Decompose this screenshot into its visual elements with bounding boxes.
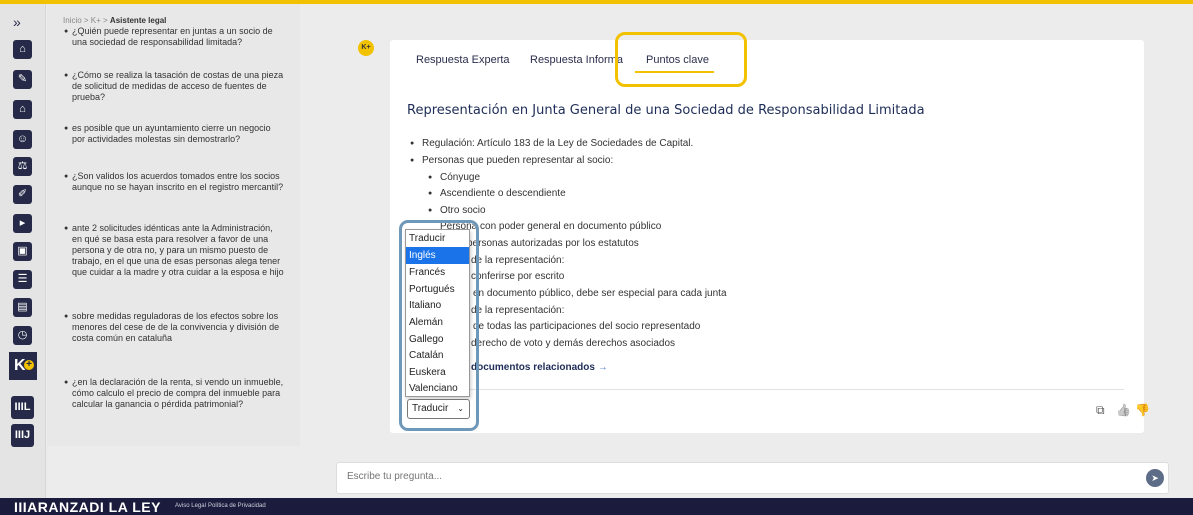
related-documents-link[interactable]: documentos relacionados →: [471, 362, 608, 373]
bullet-personas: Personas que pueden representar al socio…: [422, 155, 614, 166]
tab-respuesta-experta[interactable]: Respuesta Experta: [416, 54, 510, 66]
question-input-bar: [336, 462, 1169, 494]
edit-icon[interactable]: ✐: [13, 185, 32, 204]
sub-bullet: Cónyuge: [440, 172, 481, 183]
thumbs-down-icon[interactable]: 👎: [1135, 403, 1150, 417]
sub-bullet: derecho de voto y demás derechos asociad…: [471, 338, 676, 349]
aviso-legal-link[interactable]: Aviso Legal: [175, 503, 206, 509]
bullet-forma: de la representación:: [471, 255, 565, 266]
privacidad-link[interactable]: Política de Privacidad: [208, 503, 266, 509]
history-item[interactable]: ¿Cómo se realiza la tasación de costas d…: [64, 70, 285, 103]
building-icon[interactable]: ⌂: [13, 100, 32, 119]
clock-icon[interactable]: ◷: [13, 326, 32, 345]
icon-rail: » ⌂ ✎ ⌂ ☺ ⚖ ✐ ▸ ▣ ☰ ▤ ◷ K + IIIL IIIJ: [0, 4, 46, 498]
laley-j-button[interactable]: IIIJ: [11, 424, 34, 447]
kplus-badge: K+: [358, 40, 374, 56]
answer-title: Representación en Junta General de una S…: [407, 103, 925, 118]
dropdown-highlight-frame: [399, 220, 479, 431]
sub-bullet: en documento público, debe ser especial …: [473, 288, 727, 299]
arrow-right-icon: →: [597, 362, 608, 373]
kplus-button[interactable]: K +: [9, 352, 37, 380]
sub-bullet: conferirse por escrito: [471, 271, 565, 282]
history-item[interactable]: sobre medidas reguladoras de los efectos…: [64, 311, 285, 344]
sub-bullet: personas autorizadas por los estatutos: [467, 238, 639, 249]
scales-icon[interactable]: ⚖: [13, 157, 32, 176]
laley-button[interactable]: IIIL: [11, 396, 34, 419]
history-item[interactable]: es posible que un ayuntamiento cierre un…: [64, 123, 285, 145]
pen-icon[interactable]: ✎: [13, 70, 32, 89]
history-item[interactable]: ante 2 solicitudes idénticas ante la Adm…: [64, 223, 285, 278]
people-icon[interactable]: ☺: [13, 130, 32, 149]
home-icon[interactable]: ⌂: [13, 40, 32, 59]
document-icon[interactable]: ▤: [13, 298, 32, 317]
send-button[interactable]: ➤: [1146, 469, 1164, 487]
answer-card: [390, 40, 1144, 433]
question-input[interactable]: [347, 471, 1107, 482]
plus-icon: +: [24, 360, 34, 370]
thumbs-up-icon[interactable]: 👍: [1116, 403, 1131, 417]
copy-icon[interactable]: ⧉: [1096, 403, 1105, 418]
expand-sidebar-button[interactable]: »: [13, 14, 21, 30]
bullet-regulacion: Regulación: Artículo 183 de la Ley de So…: [422, 138, 694, 149]
aranzadi-logo: IIIARANZADI LA LEY: [14, 499, 161, 515]
tab-respuesta-informal[interactable]: Respuesta Informa: [530, 54, 623, 66]
bullet-alcance: de la representación:: [471, 305, 565, 316]
history-panel: Inicio > K+ > Asistente legal ¿Quién pue…: [47, 4, 300, 446]
sub-bullet: Otro socio: [440, 205, 486, 216]
footer: IIIARANZADI LA LEY Aviso Legal Política …: [0, 498, 1193, 515]
book-icon[interactable]: ▣: [13, 242, 32, 261]
breadcrumb: Inicio > K+ > Asistente legal: [63, 16, 167, 25]
history-item[interactable]: ¿Son validos los acuerdos tomados entre …: [64, 171, 285, 193]
list-icon[interactable]: ☰: [13, 270, 32, 289]
tab-highlight-frame: [615, 32, 747, 87]
sub-bullet: de todas las participaciones del socio r…: [473, 321, 701, 332]
history-item[interactable]: ¿en la declaración de la renta, si vendo…: [64, 377, 285, 410]
history-item[interactable]: ¿Quién puede representar en juntas a un …: [64, 26, 285, 48]
play-icon[interactable]: ▸: [13, 214, 32, 233]
card-divider: [407, 389, 1124, 390]
sub-bullet: Ascendiente o descendiente: [440, 188, 566, 199]
